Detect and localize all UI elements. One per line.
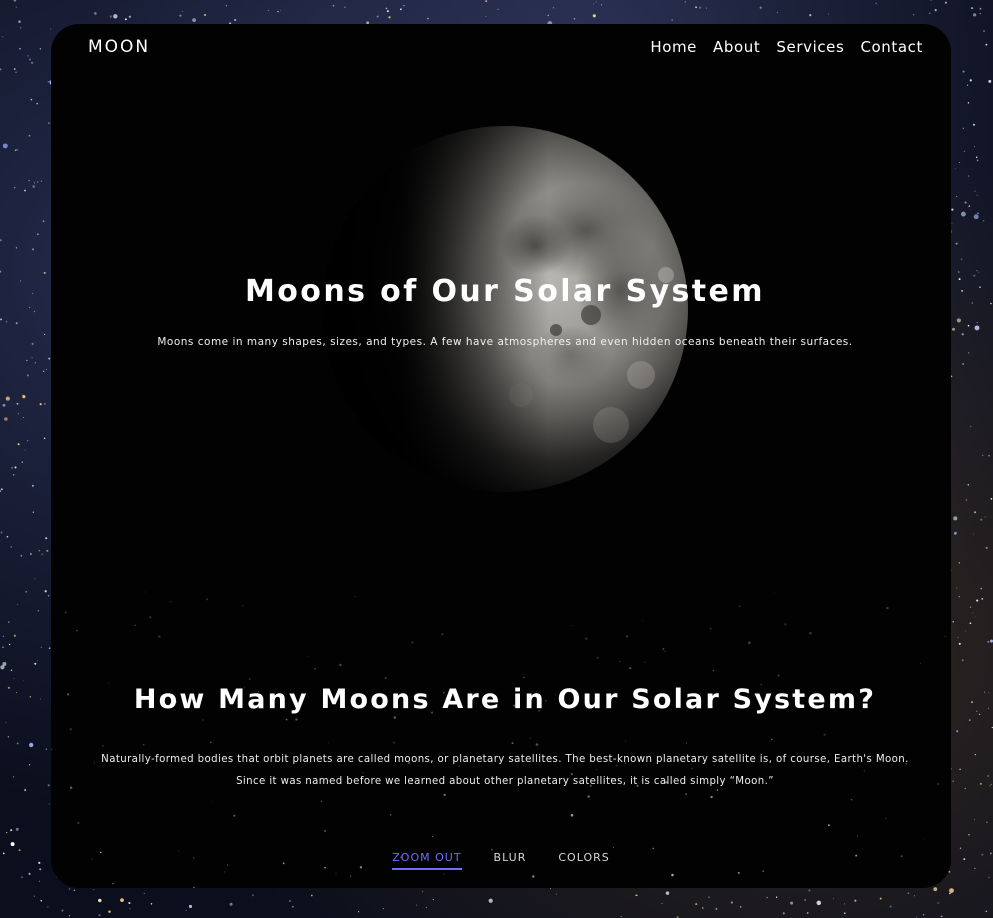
site-logo[interactable]: MOON (88, 37, 150, 57)
nav-link-about[interactable]: About (713, 38, 760, 56)
section-line-1: Naturally-formed bodies that orbit plane… (101, 754, 909, 765)
top-navigation: MOON Home About Services Contact (51, 24, 951, 70)
nav-links: Home About Services Contact (650, 38, 923, 56)
moon-image (321, 125, 689, 493)
effect-tabs: ZOOM OUT BLUR COLORS (51, 851, 951, 870)
section-line-2: Since it was named before we learned abo… (236, 776, 774, 787)
tab-blur[interactable]: BLUR (494, 851, 527, 870)
nav-link-home[interactable]: Home (650, 38, 697, 56)
tab-zoom-out[interactable]: ZOOM OUT (392, 851, 462, 870)
section-title: How Many Moons Are in Our Solar System? (133, 684, 877, 715)
hero-title: Moons of Our Solar System (245, 274, 765, 309)
main-card: MOON Home About Services Contact Moons o… (51, 24, 951, 888)
nav-link-contact[interactable]: Contact (860, 38, 923, 56)
section-paragraph: Naturally-formed bodies that orbit plane… (71, 749, 939, 793)
tab-colors[interactable]: COLORS (558, 851, 609, 870)
hero-subtitle: Moons come in many shapes, sizes, and ty… (157, 336, 853, 348)
nav-link-services[interactable]: Services (776, 38, 844, 56)
card-starfield (51, 591, 946, 888)
